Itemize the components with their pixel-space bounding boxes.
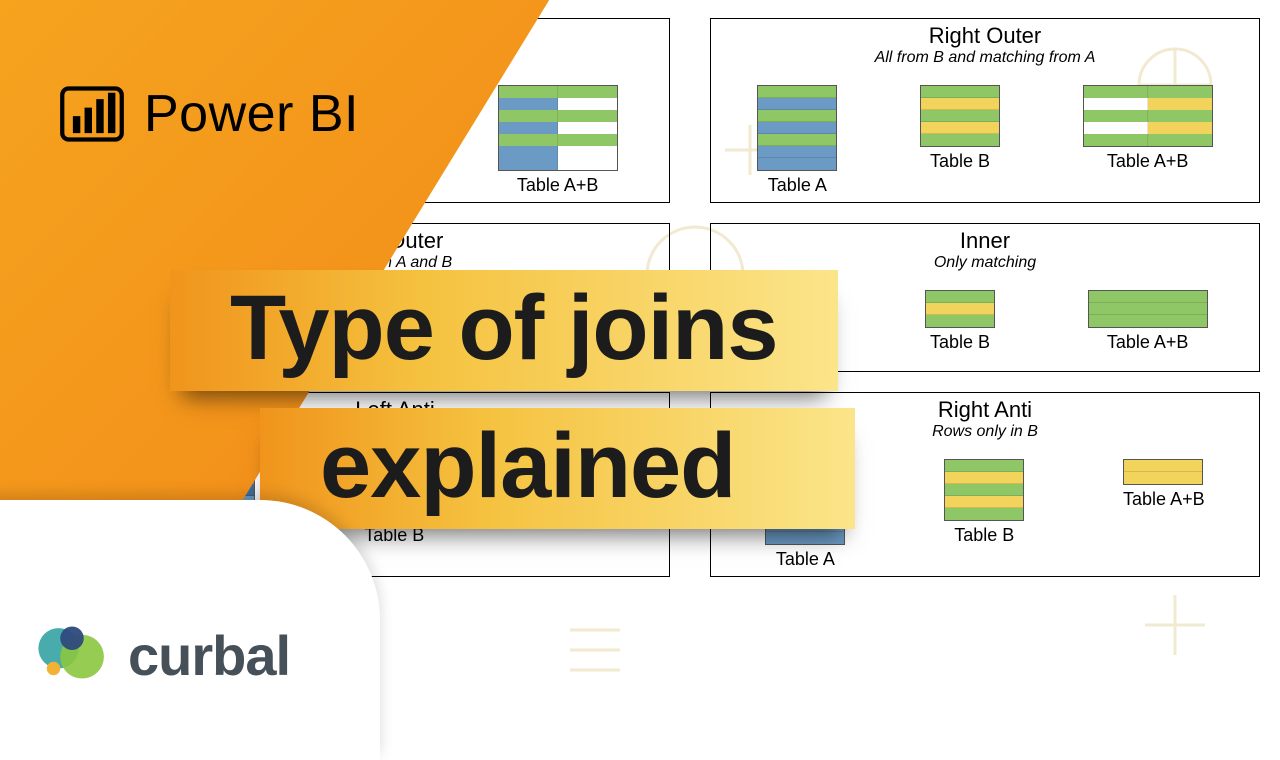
table-icon — [920, 85, 1000, 147]
powerbi-icon — [58, 80, 126, 148]
table-icon — [944, 459, 1024, 521]
curbal-text: curbal — [128, 623, 290, 688]
table-icon — [1123, 459, 1203, 485]
table-label: Table A — [757, 175, 837, 196]
panel-right-outer: Right Outer All from B and matching from… — [710, 18, 1260, 203]
curbal-icon — [30, 613, 114, 697]
table-label: Table A+B — [498, 175, 618, 196]
table-icon — [925, 290, 995, 328]
table-label: Table A+B — [1083, 151, 1213, 172]
headline-line-2: explained — [260, 408, 855, 529]
panel-subtitle: All from B and matching from A — [711, 49, 1259, 67]
panel-title: Inner — [711, 228, 1259, 254]
table-label: Table B — [920, 151, 1000, 172]
headline-line-1: Type of joins — [170, 270, 838, 391]
table-icon — [1083, 85, 1213, 147]
table-icon — [757, 85, 837, 171]
curbal-corner: curbal — [0, 500, 380, 760]
curbal-logo: curbal — [30, 613, 290, 697]
powerbi-logo: Power BI — [58, 80, 359, 148]
panel-title: Right Outer — [711, 23, 1259, 49]
table-icon — [498, 85, 618, 171]
table-icon — [1088, 290, 1208, 328]
powerbi-text: Power BI — [144, 84, 359, 144]
